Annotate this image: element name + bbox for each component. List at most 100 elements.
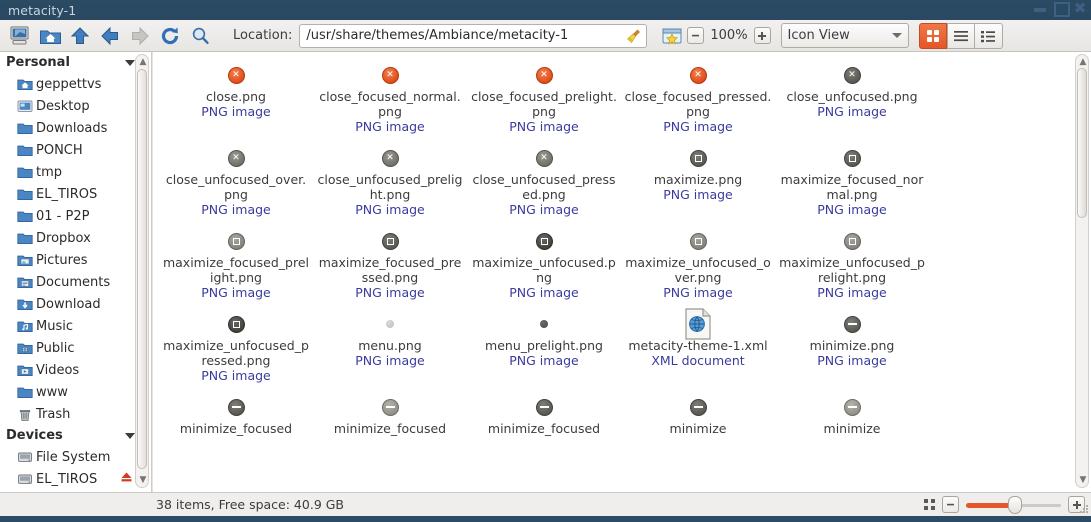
sidebar-item-label: Download — [36, 296, 101, 312]
close-orange-icon: ✕ — [161, 62, 311, 88]
view-mode-select[interactable]: Icon View — [780, 23, 909, 48]
scroll-up-icon[interactable]: ▲ — [136, 55, 150, 69]
sidebar-item-pictures[interactable]: Pictures — [0, 249, 151, 271]
file-list-pane[interactable]: ✕ close.png PNG image ✕ close_focused_no… — [152, 52, 1091, 492]
grid-size-icon[interactable] — [924, 499, 935, 510]
sidebar-item-tmp[interactable]: tmp — [0, 161, 151, 183]
file-item[interactable]: ✕ close_focused_pressed.png PNG image — [621, 58, 775, 141]
sidebar-item-trash[interactable]: Trash — [0, 403, 151, 425]
file-item[interactable]: minimize_focused — [159, 390, 313, 442]
file-item[interactable]: maximize_unfocused.png PNG image — [467, 224, 621, 307]
menu-dot-dark-icon — [469, 311, 619, 337]
status-zoom-out-button[interactable] — [942, 496, 959, 513]
file-pane-scroll-thumb[interactable] — [1077, 68, 1087, 218]
sidebar-item-download[interactable]: Download — [0, 293, 151, 315]
sidebar-section-devices[interactable]: Devices — [0, 425, 151, 446]
chevron-down-icon[interactable] — [125, 59, 135, 66]
list-view-button[interactable] — [946, 22, 975, 49]
close-orange-icon: ✕ — [469, 62, 619, 88]
sidebar-section-personal[interactable]: Personal — [0, 52, 151, 73]
file-item[interactable]: menu_prelight.png PNG image — [467, 307, 621, 390]
sidebar-scrollbar[interactable]: ▲ ▼ — [135, 54, 149, 488]
zoom-slider[interactable] — [966, 495, 1061, 514]
file-item[interactable]: maximize_unfocused_prelight.png PNG imag… — [775, 224, 929, 307]
sidebar-item-public[interactable]: Public — [0, 337, 151, 359]
file-item[interactable]: metacity-theme-1.xml XML document — [621, 307, 775, 390]
file-item[interactable]: ✕ close_focused_normal.png PNG image — [313, 58, 467, 141]
computer-icon[interactable] — [5, 22, 35, 50]
sidebar-scroll-thumb[interactable] — [137, 69, 147, 469]
file-name: close_unfocused_pressed.png — [472, 172, 616, 202]
file-item[interactable]: menu.png PNG image — [313, 307, 467, 390]
close-button[interactable]: ✖ — [1073, 1, 1087, 16]
file-name: maximize_unfocused_pressed.png — [163, 338, 309, 368]
file-item[interactable]: ✕ close.png PNG image — [159, 58, 313, 141]
file-item[interactable]: minimize — [775, 390, 929, 442]
sidebar-item-videos[interactable]: Videos — [0, 359, 151, 381]
search-icon[interactable] — [185, 22, 215, 50]
sidebar-item-www[interactable]: www — [0, 381, 151, 403]
zoom-controls — [924, 495, 1085, 514]
minimize-light-icon — [777, 394, 927, 420]
sidebar-item-downloads[interactable]: Downloads — [0, 117, 151, 139]
sidebar-item-desktop[interactable]: Desktop — [0, 95, 151, 117]
scroll-down-icon[interactable]: ▼ — [1076, 473, 1090, 487]
trash-icon — [16, 406, 33, 422]
file-name: maximize.png — [653, 172, 743, 187]
sidebar-item-dropbox[interactable]: Dropbox — [0, 227, 151, 249]
file-item[interactable]: maximize_focused_normal.png PNG image — [775, 141, 929, 224]
file-item[interactable]: maximize_unfocused_over.png PNG image — [621, 224, 775, 307]
videos-folder-icon — [16, 362, 33, 378]
sidebar-item-el-tiros-device[interactable]: EL_TIROS — [0, 468, 151, 490]
file-item[interactable]: minimize — [621, 390, 775, 442]
places-sidebar: Personal geppettvs Desktop Downloads PON… — [0, 52, 152, 492]
folder-icon — [16, 384, 33, 400]
sidebar-item-documents[interactable]: Documents — [0, 271, 151, 293]
file-name: minimize_focused — [333, 421, 447, 436]
sidebar-item-geppettvs[interactable]: geppettvs — [0, 73, 151, 95]
sidebar-item-ponch[interactable]: PONCH — [0, 139, 151, 161]
file-item[interactable]: maximize_focused_pressed.png PNG image — [313, 224, 467, 307]
file-item[interactable]: minimize_focused — [313, 390, 467, 442]
sidebar-item-label: Videos — [36, 362, 80, 378]
file-item[interactable]: ✕ close_unfocused_over.png PNG image — [159, 141, 313, 224]
file-item[interactable]: maximize.png PNG image — [621, 141, 775, 224]
reload-icon[interactable] — [155, 22, 185, 50]
file-item[interactable]: ✕ close_unfocused_prelight.png PNG image — [313, 141, 467, 224]
icon-view-button[interactable] — [918, 22, 947, 49]
resize-grip[interactable] — [1079, 504, 1089, 514]
sidebar-item-file-system[interactable]: File System — [0, 446, 151, 468]
file-name: maximize_focused_prelight.png — [162, 255, 310, 285]
file-item[interactable]: ✕ close_unfocused_pressed.png PNG image — [467, 141, 621, 224]
slider-thumb[interactable] — [1008, 495, 1022, 514]
new-tab-icon[interactable] — [657, 22, 687, 50]
location-bar[interactable] — [299, 23, 648, 48]
back-arrow-icon[interactable] — [95, 22, 125, 50]
location-input[interactable] — [304, 24, 625, 47]
file-item[interactable]: maximize_unfocused_pressed.png PNG image — [159, 307, 313, 390]
detail-view-button[interactable] — [974, 22, 1003, 49]
zoom-out-button[interactable] — [687, 27, 705, 44]
close-gray-light-icon: ✕ — [469, 145, 619, 171]
chevron-down-icon[interactable] — [125, 432, 135, 439]
sidebar-item-label: Downloads — [36, 120, 108, 136]
sidebar-item-el-tiros[interactable]: EL_TIROS — [0, 183, 151, 205]
file-item[interactable]: ✕ close_unfocused.png PNG image — [775, 58, 929, 141]
scroll-up-icon[interactable]: ▲ — [1076, 55, 1090, 69]
minimize-button[interactable] — [1033, 1, 1047, 15]
file-item[interactable]: minimize_focused — [467, 390, 621, 442]
file-item[interactable]: maximize_focused_prelight.png PNG image — [159, 224, 313, 307]
maximize-button[interactable] — [1053, 1, 1070, 17]
zoom-in-button[interactable] — [753, 27, 771, 44]
home-folder-icon[interactable] — [35, 22, 65, 50]
up-arrow-icon[interactable] — [65, 22, 95, 50]
scroll-down-icon[interactable]: ▼ — [136, 473, 150, 487]
broom-icon[interactable] — [624, 28, 644, 44]
file-item[interactable]: minimize.png PNG image — [775, 307, 929, 390]
file-pane-scrollbar[interactable]: ▲ ▼ — [1075, 54, 1089, 488]
sidebar-item-01-p2p[interactable]: 01 - P2P — [0, 205, 151, 227]
file-item[interactable]: ✕ close_focused_prelight.png PNG image — [467, 58, 621, 141]
eject-icon[interactable] — [120, 471, 133, 487]
file-name: close_focused_pressed.png — [624, 89, 772, 119]
sidebar-item-music[interactable]: Music — [0, 315, 151, 337]
